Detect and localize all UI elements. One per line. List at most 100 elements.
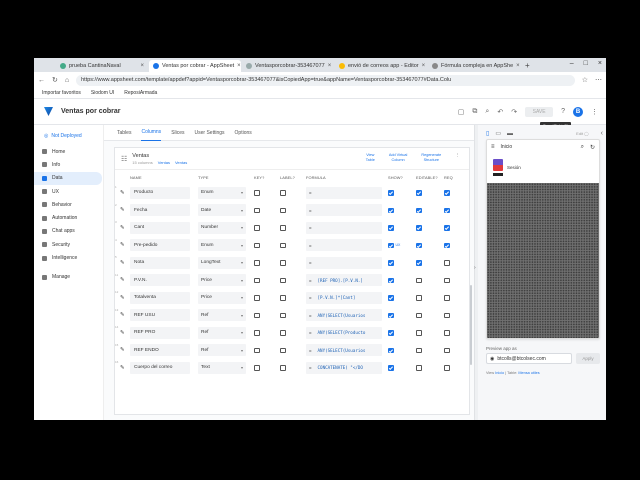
close-icon[interactable]: ×	[140, 63, 144, 69]
required-checkbox[interactable]	[444, 365, 450, 371]
required-checkbox[interactable]	[444, 260, 450, 266]
save-button[interactable]: SAVE	[525, 106, 554, 117]
label-checkbox[interactable]	[280, 330, 286, 336]
tablet-view-icon[interactable]: ▭	[495, 130, 501, 137]
key-checkbox[interactable]	[254, 295, 260, 301]
key-checkbox[interactable]	[254, 312, 260, 318]
label-checkbox[interactable]	[280, 295, 286, 301]
show-checkbox[interactable]	[388, 347, 394, 353]
column-type-select[interactable]: Number ▾	[198, 221, 246, 234]
editable-checkbox[interactable]	[416, 330, 422, 336]
column-name-field[interactable]: REF ENDO	[130, 344, 190, 357]
scrollbar[interactable]	[470, 285, 472, 365]
deploy-status[interactable]: ◎ Not Deployed	[34, 125, 103, 139]
table-row[interactable]: 4 ✎ Pre-pedido Enum ▾ = UX	[115, 237, 469, 255]
show-checkbox[interactable]	[388, 260, 394, 266]
column-type-select[interactable]: Ref ▾	[198, 326, 246, 339]
regenerate-structure-button[interactable]: Regenerate Structure	[421, 153, 441, 163]
edit-pencil-icon[interactable]: ✎	[120, 330, 130, 336]
show-checkbox[interactable]	[388, 225, 394, 231]
tab-slices[interactable]: Slices	[171, 125, 184, 141]
view-link[interactable]: Inicio	[495, 371, 504, 375]
label-checkbox[interactable]	[280, 260, 286, 266]
key-checkbox[interactable]	[254, 365, 260, 371]
apply-button[interactable]: Apply	[576, 353, 600, 364]
sidebar-item-data[interactable]: Data	[34, 171, 102, 185]
avatar[interactable]: B	[573, 106, 583, 117]
show-checkbox[interactable]	[388, 190, 394, 196]
more-icon[interactable]: ⋮	[455, 153, 459, 163]
sidebar-item-info[interactable]: Info	[34, 158, 103, 171]
bookmark-item[interactable]: Siodom UI	[91, 90, 114, 96]
close-window-icon[interactable]: ×	[598, 60, 602, 67]
new-tab-icon[interactable]: +	[525, 61, 530, 70]
edit-toggle[interactable]: Edit ◯	[576, 131, 589, 136]
formula-field[interactable]: = ANY(SELECT(Usuarios	[306, 344, 382, 357]
desktop-view-icon[interactable]: ▬	[507, 131, 513, 137]
table-row[interactable]: 3 ✎ Cant Number ▾ =	[115, 219, 469, 237]
required-checkbox[interactable]	[444, 277, 450, 283]
bookmark-item[interactable]: Importar favoritos	[42, 90, 81, 96]
browser-tab[interactable]: Fórmula compleja en AppShe ×	[428, 60, 520, 72]
column-type-select[interactable]: LongText ▾	[198, 256, 246, 269]
formula-field[interactable]: =	[306, 186, 382, 199]
sidebar-item-home[interactable]: Home	[34, 145, 103, 158]
formula-field[interactable]: =	[306, 239, 382, 252]
table-row[interactable]: 11 ✎ P.V.N. Price ▾ = [REF PRO].[P.V.N.]	[115, 272, 469, 290]
add-virtual-column-button[interactable]: Add Virtual Column	[389, 153, 408, 163]
table-source-link[interactable]: Ventas	[175, 160, 187, 165]
label-checkbox[interactable]	[280, 277, 286, 283]
formula-field[interactable]: =	[306, 256, 382, 269]
table-row[interactable]: 13 ✎ REF USU Ref ▾ = ANY(SELECT(Usuarios	[115, 307, 469, 325]
key-checkbox[interactable]	[254, 242, 260, 248]
table-source-link[interactable]: Ventas	[158, 160, 170, 165]
key-checkbox[interactable]	[254, 330, 260, 336]
search-icon[interactable]: ⌕	[581, 144, 584, 151]
sync-icon[interactable]: ↻	[590, 144, 595, 151]
copy-icon[interactable]: ⧉	[472, 108, 477, 116]
minimize-icon[interactable]: –	[570, 60, 574, 67]
session-tile[interactable]: Sesión	[487, 154, 599, 180]
editable-checkbox[interactable]	[416, 295, 422, 301]
label-checkbox[interactable]	[280, 365, 286, 371]
label-checkbox[interactable]	[280, 312, 286, 318]
column-name-field[interactable]: Cuerpo del correo	[130, 361, 190, 374]
required-checkbox[interactable]	[444, 190, 450, 196]
home-icon[interactable]: ⌂	[65, 77, 69, 84]
formula-field[interactable]: =	[306, 204, 382, 217]
close-icon[interactable]: ×	[328, 63, 332, 69]
browser-tab[interactable]: envió de correos app - Editor ×	[335, 60, 427, 72]
edit-pencil-icon[interactable]: ✎	[120, 242, 130, 248]
column-name-field[interactable]: Cant	[130, 221, 190, 234]
formula-field[interactable]: = ANY(SELECT(Usuarios	[306, 309, 382, 322]
table-row[interactable]: 16 ✎ Cuerpo del correo Text ▾ = CONCATENATE( "…	[115, 359, 469, 377]
editable-checkbox[interactable]	[416, 242, 422, 248]
sidebar-item-ux[interactable]: UX	[34, 185, 103, 198]
table-row[interactable]: 15 ✎ REF ENDO Ref ▾ = ANY(SELECT(Usuarios	[115, 342, 469, 360]
sidebar-item-automation[interactable]: Automation	[34, 211, 103, 224]
formula-field[interactable]: = ANY(SELECT(Producto	[306, 326, 382, 339]
editable-checkbox[interactable]	[416, 207, 422, 213]
column-type-select[interactable]: Ref ▾	[198, 309, 246, 322]
column-name-field[interactable]: Fecha	[130, 204, 190, 217]
table-row[interactable]: 5 ✎ Nota LongText ▾ =	[115, 254, 469, 272]
required-checkbox[interactable]	[444, 347, 450, 353]
bookmark-item[interactable]: ReposiArmada	[124, 90, 157, 96]
formula-field[interactable]: = [REF PRO].[P.V.N.]	[306, 274, 382, 287]
key-checkbox[interactable]	[254, 190, 260, 196]
formula-field[interactable]: = [P.V.N.]*[Cant]	[306, 291, 382, 304]
table-row[interactable]: 12 ✎ Totalventa Price ▾ = [P.V.N.]*[Cant]	[115, 289, 469, 307]
label-checkbox[interactable]	[280, 347, 286, 353]
chevron-left-icon[interactable]: ‹	[601, 130, 603, 137]
required-checkbox[interactable]	[444, 242, 450, 248]
tab-user-settings[interactable]: User Settings	[195, 125, 225, 141]
table-row[interactable]: 14 ✎ REF PRO Ref ▾ = ANY(SELECT(Producto	[115, 324, 469, 342]
tab-tables[interactable]: Tables	[117, 125, 131, 141]
editable-checkbox[interactable]	[416, 277, 422, 283]
sidebar-item-manage[interactable]: Manage	[34, 271, 103, 284]
edit-pencil-icon[interactable]: ✎	[120, 260, 130, 266]
appsheet-logo-icon[interactable]	[44, 107, 53, 116]
show-checkbox[interactable]	[388, 312, 394, 318]
back-icon[interactable]: ←	[38, 77, 45, 84]
table-row[interactable]: 1 ✎ Producto Enum ▾ =	[115, 184, 469, 202]
